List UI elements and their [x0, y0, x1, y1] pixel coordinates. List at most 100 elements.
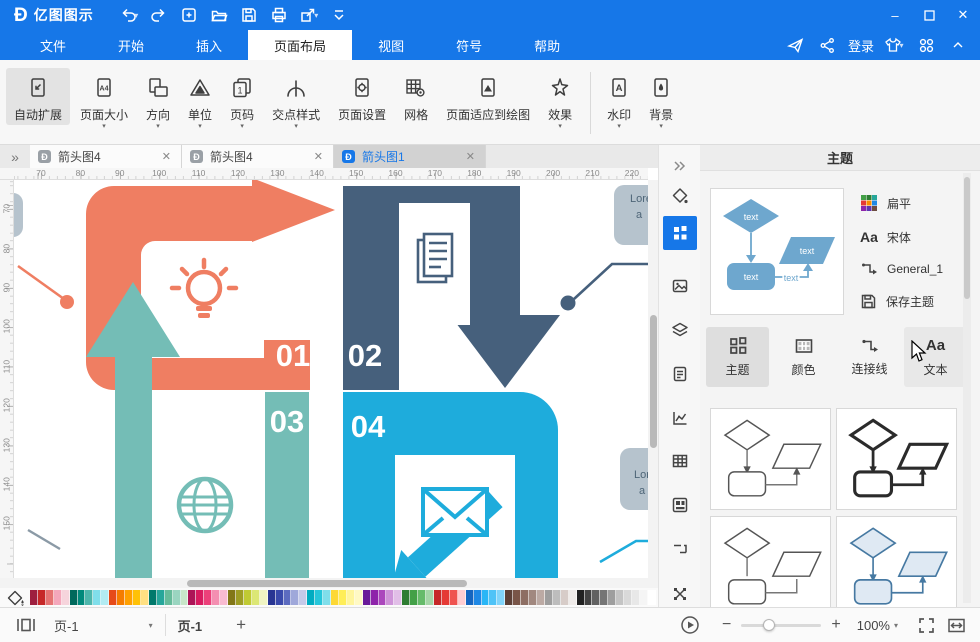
- color-swatch[interactable]: [252, 590, 260, 605]
- collapse-ribbon-icon[interactable]: [326, 3, 352, 27]
- canvas-horizontal-scrollbar[interactable]: [0, 578, 658, 588]
- close-tab-icon[interactable]: ✕: [464, 150, 477, 163]
- color-swatch[interactable]: [355, 590, 363, 605]
- color-swatch[interactable]: [434, 590, 442, 605]
- ribbon-button-page-size[interactable]: A4 页面大小▾: [72, 68, 136, 133]
- color-swatch[interactable]: [291, 590, 299, 605]
- theme-preview-card[interactable]: text text text text: [710, 188, 844, 315]
- document-tab[interactable]: Ð 箭头图4 ✕: [182, 145, 334, 168]
- color-swatch[interactable]: [323, 590, 331, 605]
- color-swatch[interactable]: [228, 590, 236, 605]
- color-swatch[interactable]: [553, 590, 561, 605]
- color-swatch[interactable]: [85, 590, 93, 605]
- color-swatch[interactable]: [458, 590, 466, 605]
- color-swatch[interactable]: [331, 590, 339, 605]
- menu-item[interactable]: 插入: [170, 30, 248, 60]
- panel-tab-colors[interactable]: 颜色: [772, 327, 835, 387]
- maximize-button[interactable]: [912, 0, 946, 30]
- zoom-slider-knob[interactable]: [763, 619, 775, 631]
- color-swatch[interactable]: [125, 590, 133, 605]
- color-swatch[interactable]: [474, 590, 482, 605]
- horizontal-scroll-thumb[interactable]: [187, 580, 467, 587]
- close-button[interactable]: ✕: [946, 0, 980, 30]
- color-swatch[interactable]: [101, 590, 109, 605]
- color-swatch[interactable]: [561, 590, 569, 605]
- color-swatch[interactable]: [93, 590, 101, 605]
- menu-item[interactable]: 符号: [430, 30, 508, 60]
- color-swatch[interactable]: [117, 590, 125, 605]
- color-swatch[interactable]: [529, 590, 537, 605]
- panel-scroll-thumb[interactable]: [964, 177, 970, 299]
- clipart-panel-icon[interactable]: [663, 490, 697, 520]
- ribbon-button-background[interactable]: 背景▾: [641, 68, 681, 133]
- print-icon[interactable]: [266, 3, 292, 27]
- color-swatch[interactable]: [46, 590, 54, 605]
- color-swatch[interactable]: [608, 590, 616, 605]
- open-icon[interactable]: [206, 3, 232, 27]
- fullscreen-icon[interactable]: [918, 617, 935, 634]
- drawing-canvas[interactable]: 01 02 03: [14, 180, 648, 578]
- ribbon-button-crossing-style[interactable]: 交点样式▾: [264, 68, 328, 133]
- page-tab[interactable]: 页-1: [178, 616, 203, 635]
- color-swatch[interactable]: [165, 590, 173, 605]
- document-tab[interactable]: Ð 箭头图1 ✕: [334, 145, 486, 168]
- color-swatch[interactable]: [537, 590, 545, 605]
- color-swatch[interactable]: [426, 590, 434, 605]
- theme-thumbnail[interactable]: [710, 516, 831, 608]
- chart-panel-icon[interactable]: [663, 403, 697, 433]
- send-icon[interactable]: [784, 33, 808, 57]
- tab-overflow-icon[interactable]: »: [0, 145, 30, 168]
- color-swatch[interactable]: [62, 590, 70, 605]
- panel-tab-text[interactable]: Aa 文本: [904, 327, 967, 387]
- lorem-box-left[interactable]: [14, 193, 23, 237]
- export-icon[interactable]: ▾: [296, 3, 322, 27]
- panel-scrollbar[interactable]: [963, 173, 971, 603]
- zoom-level[interactable]: 100%: [857, 618, 890, 633]
- color-swatch[interactable]: [632, 590, 640, 605]
- note-panel-icon[interactable]: [663, 359, 697, 389]
- color-swatch[interactable]: [521, 590, 529, 605]
- lorem-box-bottom-right[interactable]: Lor a: [620, 448, 648, 510]
- color-swatch[interactable]: [442, 590, 450, 605]
- color-swatch[interactable]: [315, 590, 323, 605]
- panel-tab-connectors[interactable]: 连接线: [838, 327, 901, 387]
- color-swatch[interactable]: [78, 590, 86, 605]
- ribbon-button-orientation[interactable]: 方向▾: [138, 68, 178, 133]
- lorem-box-top-right[interactable]: Lore a: [614, 185, 648, 245]
- ribbon-button-watermark[interactable]: A 水印▾: [599, 68, 639, 133]
- color-swatch[interactable]: [489, 590, 497, 605]
- menu-item[interactable]: 页面布局: [248, 30, 352, 60]
- color-swatch[interactable]: [307, 590, 315, 605]
- fill-style-icon[interactable]: [663, 181, 697, 211]
- color-swatch[interactable]: [569, 590, 577, 605]
- color-swatch[interactable]: [648, 590, 656, 605]
- login-link[interactable]: 登录: [848, 33, 874, 57]
- color-swatch[interactable]: [133, 590, 141, 605]
- ribbon-button-effects[interactable]: 效果▾: [540, 68, 580, 133]
- theme-thumbnail[interactable]: [836, 408, 957, 510]
- color-swatch[interactable]: [339, 590, 347, 605]
- ribbon-button-auto-expand[interactable]: 自动扩展▾: [6, 68, 70, 125]
- color-swatch[interactable]: [379, 590, 387, 605]
- color-swatch[interactable]: [545, 590, 553, 605]
- image-panel-icon[interactable]: [663, 271, 697, 301]
- color-swatch[interactable]: [149, 590, 157, 605]
- color-swatch[interactable]: [505, 590, 513, 605]
- color-swatch[interactable]: [402, 590, 410, 605]
- color-swatch[interactable]: [482, 590, 490, 605]
- color-swatch[interactable]: [386, 590, 394, 605]
- color-swatch[interactable]: [585, 590, 593, 605]
- theme-thumbnail[interactable]: [710, 408, 831, 510]
- color-swatch[interactable]: [497, 590, 505, 605]
- menu-item[interactable]: 开始: [92, 30, 170, 60]
- color-swatch[interactable]: [260, 590, 268, 605]
- color-swatch[interactable]: [181, 590, 189, 605]
- color-swatch[interactable]: [204, 590, 212, 605]
- redo-icon[interactable]: [146, 3, 172, 27]
- outline-panel-icon[interactable]: [663, 534, 697, 564]
- color-swatch[interactable]: [513, 590, 521, 605]
- color-swatch[interactable]: [466, 590, 474, 605]
- add-page-button[interactable]: +: [236, 615, 246, 635]
- apps-grid-icon[interactable]: [914, 33, 938, 57]
- color-swatch[interactable]: [616, 590, 624, 605]
